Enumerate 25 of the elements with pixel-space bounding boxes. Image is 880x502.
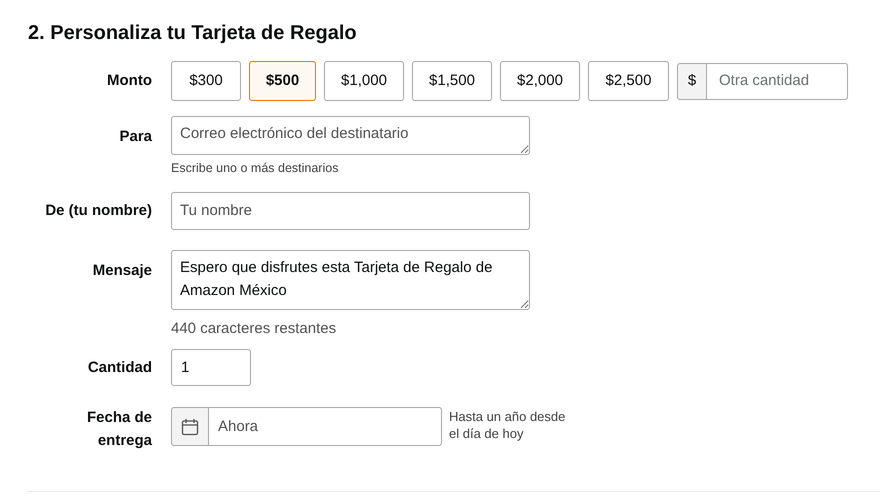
amount-field[interactable]: Otra cantidad [707, 62, 848, 100]
amount-option[interactable]: $2,000 [500, 61, 580, 101]
name-field[interactable]: Tu nombre [171, 192, 530, 230]
field-label: Fecha de entrega [86, 408, 152, 452]
amount-option[interactable]: $500 [249, 61, 316, 101]
field-label: Para [119, 127, 152, 147]
section-heading: 2. Personaliza tu Tarjeta de Regalo [28, 21, 357, 46]
field-label: Cantidad [88, 358, 152, 378]
field-label: De (tu nombre) [45, 200, 152, 220]
field-hint: Hasta un año desde el día de hoy [449, 408, 566, 442]
amount-option[interactable]: $2,500 [588, 61, 669, 101]
amount-option[interactable]: $1,000 [324, 61, 404, 101]
character-counter: 440 caracteres restantes [171, 318, 336, 339]
calendar-button[interactable] [171, 407, 209, 446]
recipient-field[interactable]: Correo electrónico del destinatario [171, 116, 530, 155]
calendar-icon [181, 418, 199, 436]
message-field[interactable]: Espero que disfrutes esta Tarjeta de Regalo de Amazon México [171, 250, 530, 310]
amount-option[interactable]: $1,500 [412, 61, 492, 101]
field-label: Monto [107, 70, 152, 91]
currency-prefix: $ [677, 62, 707, 100]
field-hint: Escribe uno o más destinarios [171, 160, 338, 177]
quantity-field[interactable]: 1 [171, 349, 251, 386]
field-label: Mensaje [92, 260, 152, 281]
date-field[interactable]: Ahora [209, 407, 442, 446]
amount-option[interactable]: $300 [171, 61, 241, 101]
